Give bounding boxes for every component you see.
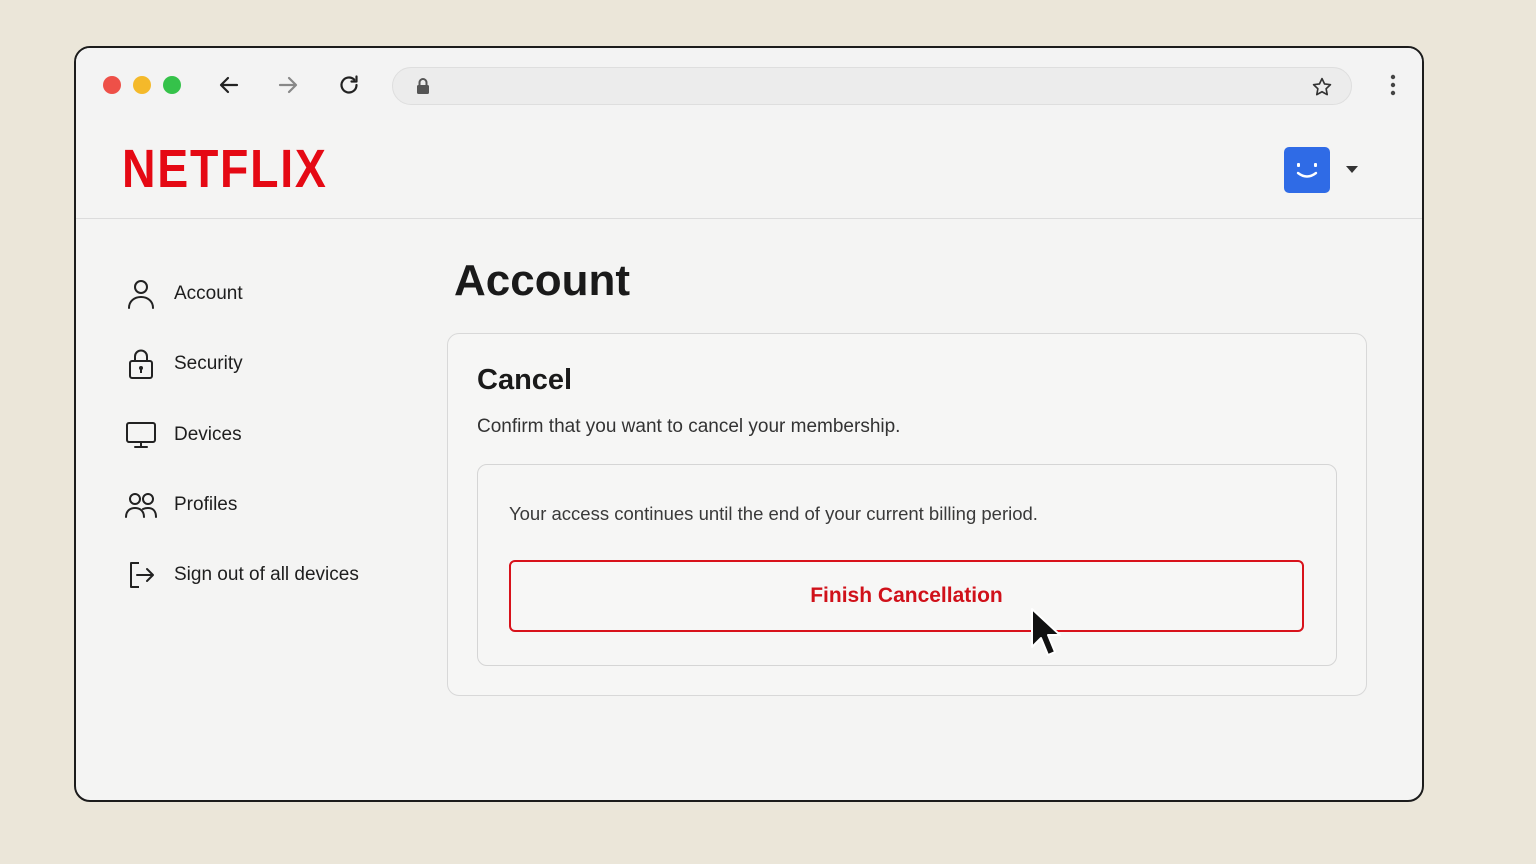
cancel-card: Cancel Confirm that you want to cancel y… [447, 333, 1367, 696]
sidebar-item-devices[interactable]: Devices [124, 417, 242, 453]
sidebar-item-security[interactable]: Security [124, 346, 243, 382]
sidebar-item-profiles[interactable]: Profiles [124, 487, 237, 523]
mouse-pointer-icon [1029, 607, 1065, 664]
profile-menu-caret-icon[interactable] [1346, 166, 1358, 173]
forward-arrow-icon[interactable] [275, 72, 301, 98]
browser-toolbar [76, 48, 1422, 121]
page-title: Account [454, 256, 630, 305]
card-description: Confirm that you want to cancel your mem… [477, 416, 901, 437]
back-arrow-icon[interactable] [216, 72, 242, 98]
netflix-logo[interactable]: NETFLIX [122, 142, 328, 196]
reload-icon[interactable] [336, 72, 362, 98]
sidebar-item-account[interactable]: Account [124, 276, 243, 312]
sidebar-item-label: Sign out of all devices [174, 564, 359, 585]
sidebar-item-label: Account [174, 283, 243, 304]
minimize-window-button[interactable] [133, 76, 151, 94]
close-window-button[interactable] [103, 76, 121, 94]
lock-icon [124, 347, 158, 381]
sidebar-item-sign-out-all-devices[interactable]: Sign out of all devices [124, 557, 359, 593]
maximize-window-button[interactable] [163, 76, 181, 94]
finish-cancellation-button[interactable]: Finish Cancellation [509, 560, 1304, 632]
star-icon[interactable] [1311, 76, 1333, 103]
card-title: Cancel [477, 364, 573, 396]
smiley-face-icon [1296, 163, 1318, 178]
sidebar-item-label: Security [174, 353, 243, 374]
browser-window: NETFLIX Account Security Devices Profile… [74, 46, 1424, 802]
profile-avatar[interactable] [1284, 147, 1330, 193]
lock-icon [415, 77, 431, 100]
person-icon [124, 277, 158, 311]
people-icon [124, 488, 158, 522]
sign-out-icon [124, 558, 158, 592]
sidebar-item-label: Profiles [174, 494, 238, 515]
billing-notice: Your access continues until the end of y… [509, 503, 1038, 524]
sidebar-item-label: Devices [174, 424, 242, 445]
cancellation-panel: Your access continues until the end of y… [477, 464, 1337, 666]
monitor-icon [124, 418, 158, 452]
site-header: NETFLIX [76, 120, 1422, 219]
address-bar[interactable] [392, 67, 1352, 105]
kebab-menu-icon[interactable] [1380, 72, 1406, 98]
